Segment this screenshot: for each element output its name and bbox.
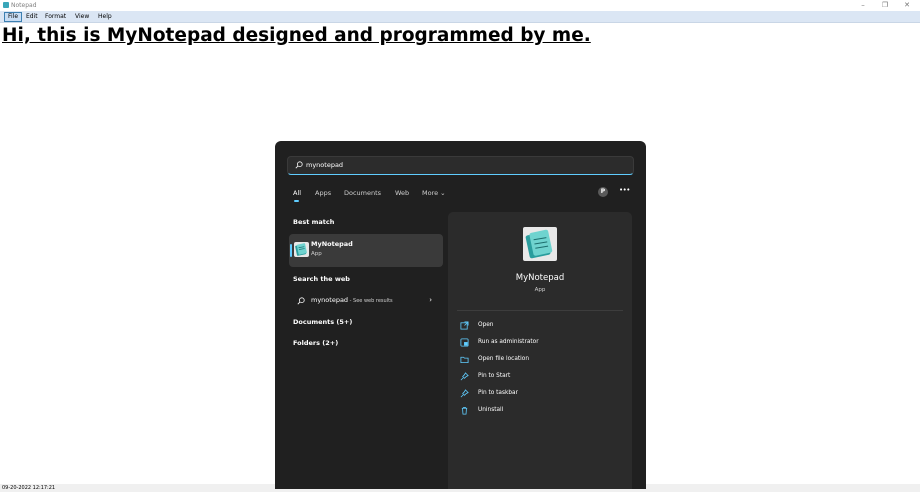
search-icon <box>295 161 303 169</box>
action-label: Uninstall <box>478 407 504 413</box>
action-label: Open file location <box>478 356 529 362</box>
chevron-right-icon[interactable]: › <box>429 295 432 306</box>
close-button[interactable]: ✕ <box>900 0 914 11</box>
pin-icon <box>460 372 469 381</box>
restore-button[interactable]: ❐ <box>878 0 892 11</box>
menu-help[interactable]: Help <box>95 12 115 22</box>
open-icon <box>460 321 469 330</box>
folders-category[interactable]: Folders (2+) <box>293 339 338 348</box>
document-text[interactable]: Hi, this is MyNotepad designed and progr… <box>2 25 591 46</box>
mynotepad-app-icon <box>294 242 309 257</box>
menu-edit[interactable]: Edit <box>23 12 41 22</box>
minimize-button[interactable]: – <box>856 0 870 11</box>
action-label: Pin to taskbar <box>478 390 518 396</box>
tab-all-indicator <box>294 200 299 202</box>
menu-bar: File Edit Format View Help <box>0 11 920 23</box>
action-label: Pin to Start <box>478 373 511 379</box>
menu-file[interactable]: File <box>4 12 23 22</box>
detail-app-name: MyNotepad <box>515 273 565 283</box>
web-result-item[interactable]: mynotepad - See web results › <box>293 295 438 307</box>
search-icon <box>297 297 305 305</box>
menu-format[interactable]: Format <box>42 12 69 22</box>
more-options-icon[interactable]: ••• <box>619 186 630 194</box>
action-pin-to-start[interactable]: Pin to Start <box>460 371 620 382</box>
status-datetime: 09-20-2022 12:17:21 <box>2 485 56 491</box>
search-web-heading: Search the web <box>293 275 350 283</box>
notepad-app-icon <box>3 2 9 8</box>
divider <box>457 310 623 311</box>
best-match-name: MyNotepad <box>311 240 353 248</box>
best-match-heading: Best match <box>293 218 335 226</box>
web-result-text: mynotepad - See web results <box>311 295 393 307</box>
tab-apps[interactable]: Apps <box>315 189 331 198</box>
avatar[interactable]: P <box>598 187 608 197</box>
action-open[interactable]: Open <box>460 320 620 331</box>
admin-icon <box>460 338 469 347</box>
best-match-item[interactable]: MyNotepad App <box>289 234 443 267</box>
app-detail-panel: MyNotepad App Open Run as administrator … <box>448 212 632 489</box>
title-bar: Notepad – ❐ ✕ <box>0 0 920 11</box>
tab-all[interactable]: All <box>293 189 301 198</box>
tab-web[interactable]: Web <box>395 189 409 198</box>
folder-icon <box>460 355 469 364</box>
selection-indicator <box>290 244 292 257</box>
action-label: Run as administrator <box>478 339 539 345</box>
best-match-type: App <box>311 251 322 257</box>
pin-icon <box>460 389 469 398</box>
action-run-as-admin[interactable]: Run as administrator <box>460 337 620 348</box>
start-search-panel: mynotepad All Apps Documents Web More ⌄ … <box>275 141 646 489</box>
tab-documents[interactable]: Documents <box>344 189 381 198</box>
trash-icon <box>460 406 469 415</box>
action-pin-to-taskbar[interactable]: Pin to taskbar <box>460 388 620 399</box>
documents-category[interactable]: Documents (5+) <box>293 318 352 327</box>
search-value[interactable]: mynotepad <box>306 157 343 174</box>
detail-app-type: App <box>534 287 546 293</box>
web-query: mynotepad <box>311 296 349 304</box>
web-suffix: - See web results <box>348 298 393 304</box>
action-uninstall[interactable]: Uninstall <box>460 405 620 416</box>
search-input[interactable]: mynotepad <box>287 156 634 175</box>
window-title: Notepad <box>11 2 37 9</box>
action-open-file-location[interactable]: Open file location <box>460 354 620 365</box>
tab-more[interactable]: More ⌄ <box>422 189 446 198</box>
action-label: Open <box>478 322 494 328</box>
mynotepad-app-icon <box>523 227 557 261</box>
menu-view[interactable]: View <box>72 12 92 22</box>
